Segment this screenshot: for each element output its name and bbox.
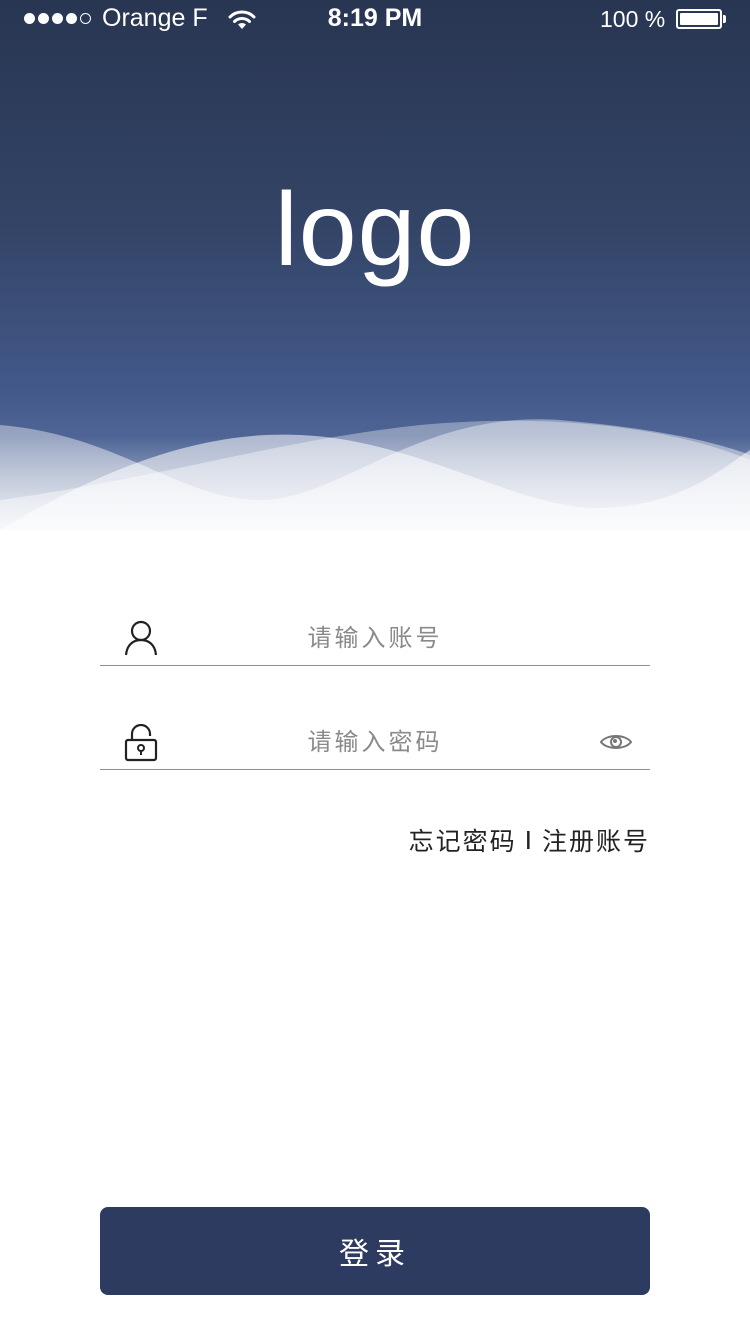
battery-percentage: 100 % [600,6,666,32]
password-field [100,710,650,770]
auth-links: 忘记密码 I 注册账号 [409,822,650,858]
forgot-password-link[interactable]: 忘记密码 [409,822,517,858]
account-field [100,606,650,666]
lock-icon [124,724,158,762]
app-logo: logo [274,172,476,288]
user-icon [124,620,158,656]
eye-icon[interactable] [600,732,632,752]
status-bar: Orange F 8:19 PM 100 % [0,0,750,40]
battery-icon [676,9,722,29]
login-screen: Orange F 8:19 PM 100 % logo 请输入账号 忘记密码 I… [0,0,750,1334]
password-input[interactable] [170,722,580,762]
register-link[interactable]: 注册账号 [542,822,650,858]
battery-tip [723,15,726,23]
account-input[interactable] [170,618,580,658]
wave-decoration [0,419,750,580]
login-button[interactable]: 登录 [100,1207,650,1295]
link-separator: I [524,825,534,855]
